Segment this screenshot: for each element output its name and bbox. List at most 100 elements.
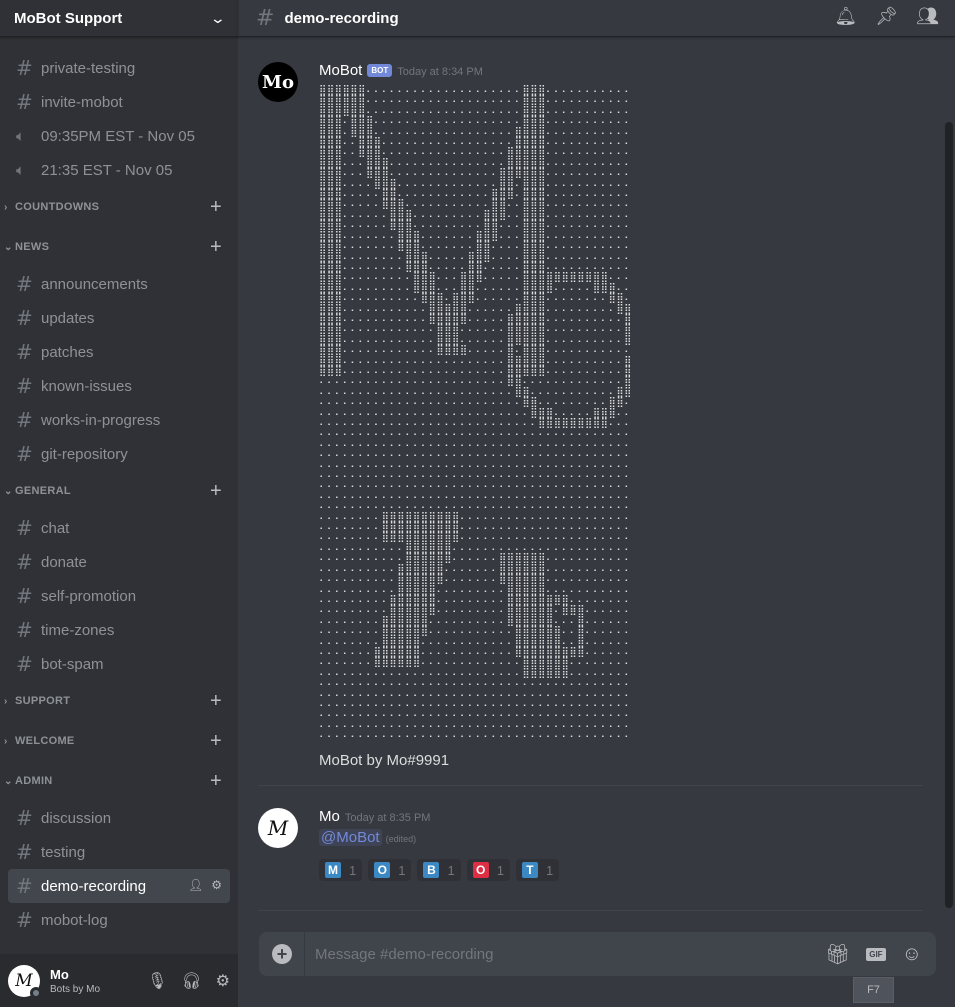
category-countdowns[interactable]: › COUNTDOWNS + [0,187,238,227]
channel-demo-recording[interactable]: # demo-recording 👤︎ ⚙︎ [8,869,230,903]
message-author[interactable]: MoBot [319,62,362,79]
channel-name: time-zones [41,621,115,639]
reaction-o[interactable]: O1 [466,859,510,881]
message-composer: + 🎁︎ GIF ☺︎ [259,932,936,976]
avatar[interactable]: M [8,964,42,999]
channel-announcements[interactable]: # announcements [8,267,230,301]
reaction-b[interactable]: B1 [417,859,461,881]
headphones-icon[interactable]: 🎧︎ [181,971,201,991]
server-name: MoBot Support [14,9,123,27]
user-mention[interactable]: @MoBot [319,829,382,846]
hash-icon: # [16,408,33,432]
channel-private-testing[interactable]: # private-testing [8,51,230,85]
channel-testing[interactable]: # testing [8,835,230,869]
header-toolbar: 🔔︎ 📌︎ 👥︎ [834,6,939,27]
reaction-t[interactable]: T1 [515,859,560,881]
avatar[interactable]: Mo [258,62,298,102]
reaction-emoji: O [374,862,391,878]
add-channel-icon[interactable]: + [210,236,222,259]
channel-name: self-promotion [41,587,137,605]
user-panel: M Mo Bots by Mo 🎙︎ 🎧︎ ⚙︎ [0,954,238,1007]
message-timestamp: Today at 8:35 PM [344,812,431,824]
edited-label: (edited) [385,834,417,844]
category-admin[interactable]: ⌄ ADMIN + [0,761,238,801]
reaction-m[interactable]: M1 [319,859,363,881]
speaker-icon: 🔈︎ [16,127,26,145]
channel-invite-mobot[interactable]: # invite-mobot [8,85,230,119]
add-channel-icon[interactable]: + [210,730,222,753]
message-timestamp: Today at 8:34 PM [397,66,483,78]
hash-icon: # [16,374,33,398]
channel-name: demo-recording [41,877,147,895]
channel-self-promotion[interactable]: # self-promotion [8,579,230,613]
reaction-o[interactable]: O1 [368,859,412,881]
channel-name: mobot-log [41,911,108,929]
message-author[interactable]: Mo [319,808,340,825]
members-icon[interactable]: 👥︎ [916,6,939,27]
gear-icon[interactable]: ⚙︎ [216,971,230,991]
reaction-count: 1 [545,862,554,878]
gift-icon[interactable]: 🎁︎ [825,942,850,967]
server-header[interactable]: MoBot Support ⌄ [0,0,238,37]
channel-known-issues[interactable]: # known-issues [8,369,230,403]
message-text: MoBot by Mo#9991 [319,751,450,769]
invite-user-icon[interactable]: 👤︎ [188,878,203,892]
hash-icon: # [16,584,33,608]
channel-name: bot-spam [41,655,104,673]
channel-tools: 👤︎ ⚙︎ [188,878,222,892]
chevron-right-icon: › [4,736,8,747]
category-label: ADMIN [15,775,53,787]
user-info: Mo Bots by Mo [50,967,147,995]
channel-updates[interactable]: # updates [8,301,230,335]
add-channel-icon[interactable]: + [210,690,222,713]
hash-icon: # [16,272,33,296]
chevron-right-icon: › [4,202,8,213]
pin-icon[interactable]: 📌︎ [875,6,898,27]
channel-bot-spam[interactable]: # bot-spam [8,647,230,681]
chevron-down-icon[interactable]: ⌄ [210,10,226,27]
emoji-icon[interactable]: ☺︎ [902,943,922,966]
hash-icon: # [256,5,275,31]
channel-donate[interactable]: # donate [8,545,230,579]
channel-patches[interactable]: # patches [8,335,230,369]
voice-channel-countdown-2[interactable]: 🔈︎ 21:35 EST - Nov 05 [8,153,230,187]
bell-icon[interactable]: 🔔︎ [834,6,857,27]
scrollbar[interactable] [945,122,953,908]
channel-chat[interactable]: # chat [8,511,230,545]
username: Mo [50,966,69,982]
category-label: GENERAL [15,485,71,497]
add-channel-icon[interactable]: + [210,770,222,793]
hash-icon: # [16,90,33,114]
voice-channel-countdown-1[interactable]: 🔈︎ 09:35PM EST - Nov 05 [8,119,230,153]
channel-name: testing [41,843,86,861]
channel-works-in-progress[interactable]: # works-in-progress [8,403,230,437]
category-news[interactable]: ⌄ NEWS + [0,227,238,267]
chevron-down-icon: ⌄ [4,486,13,497]
gif-button[interactable]: GIF [866,947,886,961]
hash-icon: # [16,56,33,80]
message-input[interactable] [305,945,825,963]
chevron-right-icon: › [4,696,8,707]
channel-mobot-log[interactable]: # mobot-log [8,903,230,937]
message-list: Mo MoBot BOT Today at 8:34 PM ⣿⣿⣿⣿⣿⣿⠄⠄⠄⠄⠄⠄… [238,38,955,928]
category-label: WELCOME [15,735,75,747]
gear-icon[interactable]: ⚙︎ [211,878,222,892]
category-general[interactable]: ⌄ GENERAL + [0,471,238,511]
hash-icon: # [16,806,33,830]
category-welcome[interactable]: › WELCOME + [0,721,238,761]
channel-discussion[interactable]: # discussion [8,801,230,835]
channel-git-repository[interactable]: # git-repository [8,437,230,471]
category-support[interactable]: › SUPPORT + [0,681,238,721]
avatar[interactable]: M [258,808,298,848]
add-channel-icon[interactable]: + [210,196,222,219]
channel-name: works-in-progress [41,411,161,429]
bot-badge: BOT [367,64,393,77]
hash-icon: # [16,652,33,676]
channel-time-zones[interactable]: # time-zones [8,613,230,647]
reaction-emoji: O [472,862,489,878]
microphone-icon[interactable]: 🎙︎ [147,971,167,991]
hash-icon: # [16,550,33,574]
upload-plus-icon[interactable]: + [272,944,292,964]
hash-icon: # [16,516,33,540]
add-channel-icon[interactable]: + [210,480,222,503]
